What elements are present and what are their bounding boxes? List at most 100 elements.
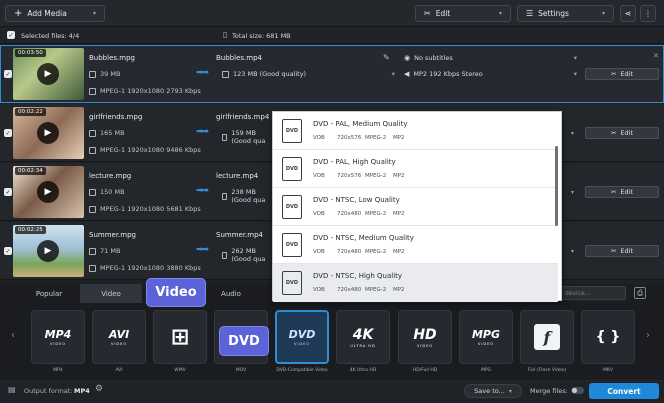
video-thumbnail[interactable]: 00:02:22 ▶ (13, 107, 84, 159)
chevron-down-icon[interactable]: ▾ (571, 248, 574, 255)
video-thumbnail[interactable]: 00:02:25 ▶ (13, 225, 84, 277)
video-thumbnail[interactable]: 00:03:50 ▶ (13, 48, 84, 100)
format-flv-tile[interactable]: f (520, 310, 574, 364)
preset-item[interactable]: DVD DVD - NTSC, Low Quality VOB 720x480 … (273, 188, 558, 226)
source-codec-info: MPEG-1 1920x1080 5681 Kbps (100, 205, 201, 213)
edit-file-button[interactable]: ✂ Edit (585, 245, 659, 257)
preset-format: VOB (313, 211, 325, 217)
convert-button[interactable]: Convert (589, 383, 659, 399)
convert-arrow-icon: ➡➡ (196, 245, 209, 255)
output-size-label: 123 MB (Good quality) (233, 70, 307, 78)
play-icon[interactable]: ▶ (37, 63, 59, 85)
output-size-label: 262 MB (Good qua (231, 247, 266, 263)
tab-popular[interactable]: Popular (18, 284, 80, 303)
file-checkbox[interactable]: ✓ (4, 188, 12, 196)
file-icon (222, 251, 228, 259)
device-icon[interactable]: ⎙ (634, 287, 646, 299)
format-mpg-tile[interactable]: MPG VIDEO (459, 310, 513, 364)
settings-menu-button[interactable]: ☰ Settings ▾ (517, 5, 614, 22)
format-wmv-label: WMV (174, 368, 186, 373)
select-all-checkbox[interactable]: ✓ (7, 31, 15, 39)
source-file-size: 39 MB (100, 70, 121, 78)
top-toolbar: + Add Media ▾ ✂ Edit ▾ ☰ Settings ▾ ⋖ ⋮ (0, 0, 664, 27)
tab-video[interactable]: Video (80, 284, 142, 303)
dvd-disc-icon: DVD (282, 119, 302, 143)
source-file-size: 165 MB (100, 129, 125, 137)
file-checkbox[interactable]: ✓ (4, 129, 12, 137)
preset-resolution: 720x576 (337, 173, 362, 179)
chevron-down-icon[interactable]: ▾ (571, 189, 574, 196)
add-media-button[interactable]: + Add Media ▾ (5, 5, 105, 22)
dvd-callout-text: DVD (228, 333, 260, 349)
play-icon[interactable]: ▶ (37, 240, 59, 262)
gear-icon[interactable]: ⚙ (95, 384, 103, 394)
close-icon[interactable]: ✕ (653, 52, 659, 60)
format-mp4-tile[interactable]: MP4 VIDEO (31, 310, 85, 364)
chevron-right-icon[interactable]: › (646, 330, 650, 341)
preset-specs: VOB 720x576 MPEG-2 MP2 (313, 173, 405, 179)
output-size-dropdown[interactable]: 159 MB (Good qua (222, 129, 272, 145)
speaker-icon: ◀ (404, 70, 410, 78)
audio-track-dropdown[interactable]: ◀ MP2 192 Kbps Stereo ▾ (404, 70, 577, 78)
format-hd-label: HD/Full HD (412, 368, 438, 373)
preset-audio-codec: MP2 (393, 135, 405, 141)
add-media-label: Add Media (27, 9, 67, 18)
video-thumbnail[interactable]: 00:02:34 ▶ (13, 166, 84, 218)
dropdown-scrollbar[interactable] (555, 146, 558, 226)
dvd-disc-icon: DVD (282, 233, 302, 257)
format-avi-label: AVI (115, 368, 123, 373)
subtitles-label: No subtitles (414, 54, 453, 62)
preset-item[interactable]: DVD DVD - NTSC, High Quality VOB 720x480… (273, 264, 558, 302)
source-file-name: lecture.mpg (89, 172, 132, 180)
file-checkbox[interactable]: ✓ (4, 247, 12, 255)
format-4k-tile[interactable]: 4K ULTRA HD (336, 310, 390, 364)
format-search-input[interactable]: device... (560, 286, 626, 300)
speech-bubble-icon: ◉ (404, 54, 411, 62)
play-icon[interactable]: ▶ (37, 181, 59, 203)
format-wmv-tile[interactable]: ⊞ (153, 310, 207, 364)
play-icon[interactable]: ▶ (37, 122, 59, 144)
chevron-down-icon[interactable]: ▾ (571, 130, 574, 137)
format-mkv-tile[interactable]: { } (581, 310, 635, 364)
file-icon: ▯ (223, 30, 228, 39)
preset-format: VOB (313, 173, 325, 179)
preset-item[interactable]: DVD DVD - PAL, High Quality VOB 720x576 … (273, 150, 558, 188)
format-dvd-tile[interactable]: DVD VIDEO (275, 310, 329, 364)
avi-icon-sub: VIDEO (110, 342, 128, 346)
file-row[interactable]: ✓ 00:03:50 ▶ Bubbles.mpg 39 MB MPEG-1 19… (0, 45, 664, 103)
edit-file-button[interactable]: ✂ Edit (585, 127, 659, 139)
edit-menu-label: Edit (435, 9, 451, 18)
convert-arrow-icon: ➡➡ (196, 186, 209, 196)
share-button[interactable]: ⋖ (620, 5, 636, 22)
duration-badge: 00:02:25 (15, 226, 46, 234)
format-hd-tile[interactable]: HD VIDEO (398, 310, 452, 364)
chevron-left-icon[interactable]: ‹ (11, 330, 15, 341)
preset-video-codec: MPEG-2 (365, 173, 387, 179)
preset-item[interactable]: DVD DVD - NTSC, Medium Quality VOB 720x4… (273, 226, 558, 264)
output-size-dropdown[interactable]: 262 MB (Good qua (222, 247, 272, 263)
preset-video-codec: MPEG-2 (365, 249, 387, 255)
output-size-dropdown[interactable]: 123 MB (Good quality) ▾ (222, 70, 395, 78)
4k-icon: 4K (352, 326, 374, 343)
edit-file-button[interactable]: ✂ Edit (585, 68, 659, 80)
video-codec-icon (89, 87, 96, 95)
format-avi-tile[interactable]: AVI VIDEO (92, 310, 146, 364)
file-checkbox[interactable]: ✓ (4, 70, 12, 78)
duration-badge: 00:03:50 (15, 49, 46, 57)
more-options-button[interactable]: ⋮ (640, 5, 656, 22)
save-to-button[interactable]: Save to... ▾ (464, 384, 522, 398)
tab-audio[interactable]: Audio (200, 284, 262, 303)
format-mov-label: MOV (235, 368, 247, 373)
rename-pencil-icon[interactable]: ✎ (383, 53, 390, 62)
mpg-icon-sub: VIDEO (477, 342, 495, 346)
output-size-dropdown[interactable]: 238 MB (Good qua (222, 188, 272, 204)
preset-item[interactable]: DVD DVD - PAL, Medium Quality VOB 720x57… (273, 112, 558, 150)
edit-file-button[interactable]: ✂ Edit (585, 186, 659, 198)
scissors-icon: ✂ (610, 70, 617, 78)
source-file-name: girlfriends.mpg (89, 113, 143, 121)
subtitles-dropdown[interactable]: ◉ No subtitles ▾ (404, 54, 577, 62)
merge-files-toggle[interactable] (571, 387, 584, 394)
video-codec-icon (89, 146, 96, 154)
windows-icon: ⊞ (170, 324, 190, 350)
edit-menu-button[interactable]: ✂ Edit ▾ (415, 5, 511, 22)
